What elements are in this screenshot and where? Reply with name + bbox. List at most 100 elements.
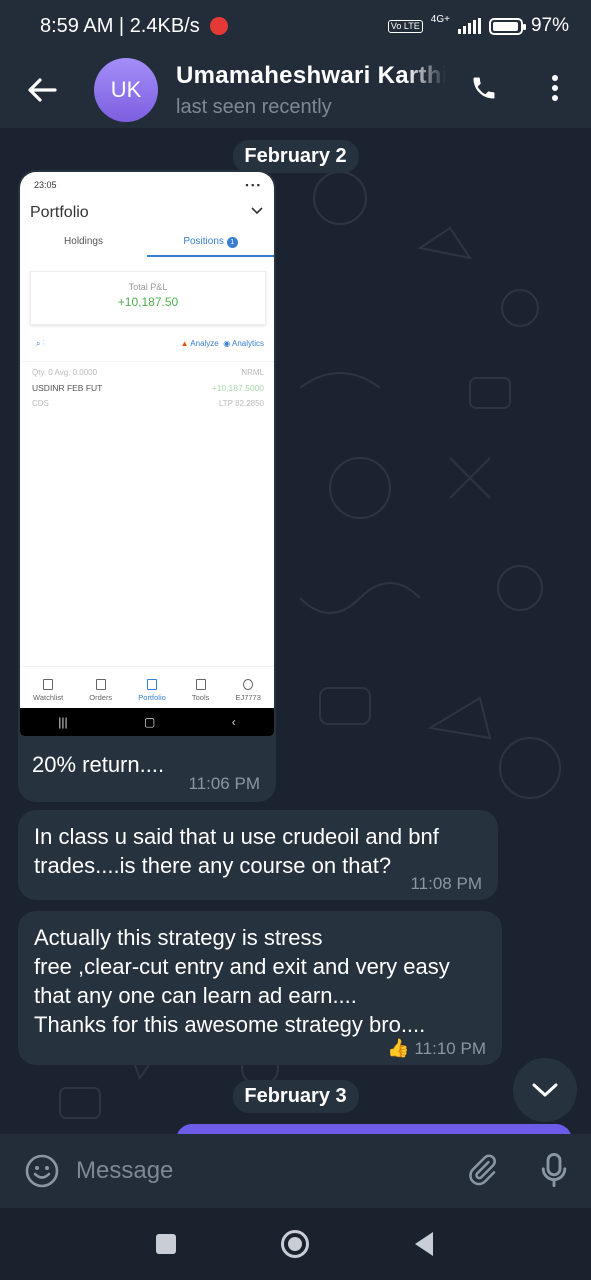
message-line: Actually this strategy is stress <box>34 925 323 950</box>
circle-icon <box>281 1230 309 1258</box>
back-arrow-icon <box>28 78 57 102</box>
image-message[interactable]: 23:05 ▪ ▪ ▪ Portfolio Holdings Positions… <box>18 170 276 802</box>
status-time: 8:59 AM | 2.4KB/s <box>40 14 200 37</box>
screenshot-tab-holdings: Holdings <box>64 236 103 247</box>
bookmark-icon <box>43 679 54 690</box>
screenshot-row-mid: USDINR FEB FUT +10,187.5000 <box>20 383 274 393</box>
status-right: Vo LTE 4G+ 97% <box>387 14 569 37</box>
screenshot-nav-label: EJ7773 <box>235 693 261 702</box>
microphone-icon <box>541 1152 567 1188</box>
status-left: 8:59 AM | 2.4KB/s <box>40 15 228 38</box>
message-line: free ,clear-cut entry and exit and very … <box>34 954 450 979</box>
screenshot-tab-positions-label: Positions <box>183 236 224 247</box>
volte-icon: Vo LTE <box>387 19 423 33</box>
screenshot-tabs: Holdings Positions 1 <box>20 236 274 257</box>
peer-status: last seen recently <box>176 95 332 118</box>
screenshot-search-icon: ⌕ ⫶ <box>36 339 45 348</box>
attach-button[interactable] <box>462 1150 502 1190</box>
screenshot-nav-label: Tools <box>191 693 210 702</box>
screenshot-status-bar: 23:05 ▪ ▪ ▪ <box>20 172 274 190</box>
home-button[interactable] <box>277 1226 313 1262</box>
back-button[interactable] <box>12 60 72 120</box>
screenshot-qty: Qty. 0 Avg. 0.0000 <box>32 368 98 377</box>
screenshot-status-icons: ▪ ▪ ▪ <box>245 180 260 190</box>
paperclip-icon <box>469 1154 496 1186</box>
book-icon <box>95 679 106 690</box>
scroll-down-button[interactable] <box>513 1058 577 1122</box>
voice-record-button[interactable] <box>534 1150 574 1190</box>
screenshot-pnl-card: Total P&L +10,187.50 <box>30 271 266 325</box>
square-icon <box>156 1234 176 1254</box>
system-navigation-bar <box>0 1208 591 1280</box>
screenshot-time: 23:05 <box>34 180 57 190</box>
message-line: that any one can learn ad earn.... <box>34 983 357 1008</box>
screenshot-pnl-label: Total P&L <box>128 282 168 292</box>
text-message[interactable]: In class u said that u use crudeoil and … <box>18 810 498 900</box>
next-message-bubble[interactable] <box>176 1124 572 1134</box>
screenshot-nav-label: Portfolio <box>138 693 166 702</box>
screenshot-nav-portfolio: Portfolio <box>138 679 166 702</box>
positions-badge: 1 <box>226 237 238 248</box>
recents-button[interactable] <box>148 1226 184 1262</box>
recording-icon <box>209 17 228 35</box>
screenshot-nav-orders: Orders <box>89 679 112 702</box>
message-time: 11:10 PM <box>414 1039 486 1058</box>
thumbs-up-reaction[interactable]: 👍 <box>387 1038 409 1058</box>
screenshot-header: Portfolio <box>20 190 274 222</box>
more-vert-icon <box>552 75 558 101</box>
screenshot-tab-positions: Positions 1 <box>147 236 274 257</box>
chat-header: UK Umamaheshwari Karthikeyan last seen r… <box>0 52 591 128</box>
status-bar: 8:59 AM | 2.4KB/s Vo LTE 4G+ 97% <box>0 0 591 52</box>
back-icon: ‹ <box>231 715 236 729</box>
briefcase-icon <box>147 679 158 690</box>
image-caption: 20% return.... <box>32 752 165 777</box>
more-options-button[interactable] <box>538 66 572 110</box>
chevron-down-icon <box>251 207 263 215</box>
signal-icon <box>457 18 481 34</box>
emoji-button[interactable] <box>22 1151 62 1191</box>
message-time: 11:06 PM <box>188 774 260 793</box>
portfolio-screenshot[interactable]: 23:05 ▪ ▪ ▪ Portfolio Holdings Positions… <box>20 172 274 736</box>
phone-icon <box>473 77 495 99</box>
call-button[interactable] <box>462 66 506 110</box>
screenshot-analyze: Analyze <box>190 339 219 348</box>
screenshot-row-pnl: +10,187.5000 <box>211 383 264 393</box>
screenshot-title: Portfolio <box>30 204 89 221</box>
chat-area[interactable]: February 2 23:05 ▪ ▪ ▪ Portfolio Holding… <box>0 128 591 1134</box>
screenshot-nav-label: Watchlist <box>33 693 64 702</box>
user-icon <box>243 679 254 690</box>
peer-name: Umamaheshwari Karthikeyan <box>176 61 446 89</box>
screenshot-ltp: LTP 82.2850 <box>218 399 264 408</box>
message-input[interactable] <box>76 1151 446 1191</box>
avatar[interactable]: UK <box>94 58 158 122</box>
screenshot-analyze-links: ▲ Analyze ◉ Analytics <box>180 339 264 348</box>
screenshot-analytics: Analytics <box>231 339 264 348</box>
message-meta: 👍 11:10 PM <box>387 1038 486 1059</box>
message-time: 11:08 PM <box>410 874 482 893</box>
date-separator: February 2 <box>232 140 359 173</box>
screenshot-toolbar: ⌕ ⫶ ▲ Analyze ◉ Analytics <box>20 325 274 349</box>
message-text: In class u said that u use crudeoil and … <box>34 824 439 878</box>
screenshot-position-row: Qty. 0 Avg. 0.0000 NRML USDINR FEB FUT +… <box>20 361 274 408</box>
screenshot-pnl-value: +10,187.50 <box>117 295 179 309</box>
battery-percent: 97% <box>530 15 569 36</box>
screenshot-nav-watchlist: Watchlist <box>33 679 63 702</box>
screenshot-exchange: CDS <box>32 399 49 408</box>
screenshot-system-nav: ||| ▢ ‹ <box>20 708 274 736</box>
screenshot-bottom-nav: Watchlist Orders Portfolio Tools EJ7773 <box>20 666 274 706</box>
wrench-icon <box>195 679 206 690</box>
back-button-system[interactable] <box>406 1226 442 1262</box>
message-composer <box>0 1134 591 1208</box>
home-icon: ▢ <box>143 715 156 729</box>
peer-info[interactable]: Umamaheshwari Karthikeyan last seen rece… <box>176 62 446 119</box>
chevron-down-icon <box>532 1083 558 1097</box>
screenshot-type: NRML <box>241 368 264 377</box>
network-type: 4G+ <box>430 14 450 25</box>
screenshot-symbol: USDINR FEB FUT <box>32 383 103 393</box>
message-line: Thanks for this awesome strategy bro.... <box>34 1012 426 1037</box>
screenshot-nav-label: Orders <box>89 693 113 702</box>
text-message[interactable]: Actually this strategy is stress free ,c… <box>18 911 502 1065</box>
screenshot-row-top: Qty. 0 Avg. 0.0000 NRML <box>20 368 274 377</box>
screenshot-row-bottom: CDS LTP 82.2850 <box>20 399 274 408</box>
recents-icon: ||| <box>58 715 68 729</box>
